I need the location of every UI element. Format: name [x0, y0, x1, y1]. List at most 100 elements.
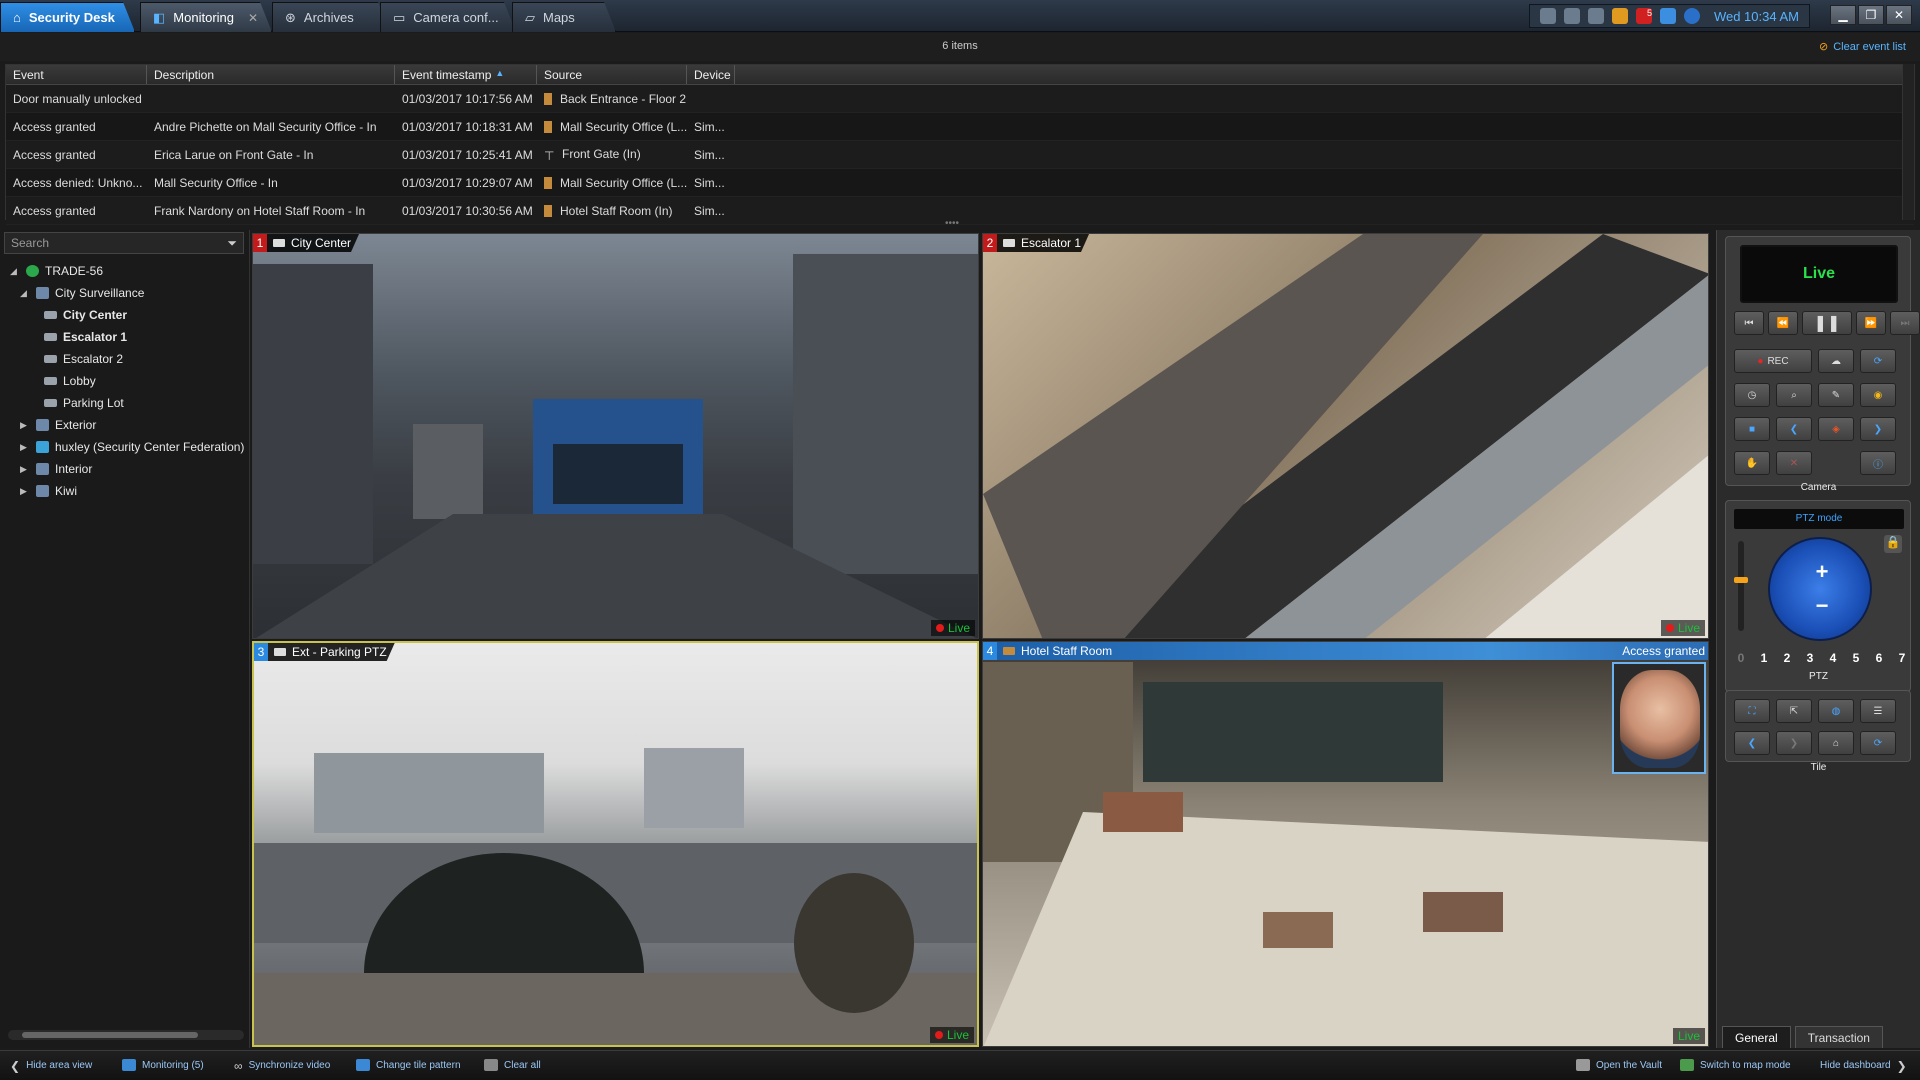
hide-dashboard-button[interactable]: Hide dashboard ❯	[1820, 1059, 1907, 1073]
video-tile-3[interactable]: 3 Ext - Parking PTZ Live	[252, 641, 979, 1047]
close-window-button[interactable]: ✕	[1886, 5, 1912, 25]
tray-monitor-icon[interactable]	[1563, 8, 1580, 24]
scrollbar-thumb[interactable]	[22, 1032, 198, 1038]
lock-icon[interactable]: 🔒	[1884, 535, 1902, 553]
table-row[interactable]: Access granted Frank Nardony on Hotel St…	[6, 197, 1914, 225]
rewind-button[interactable]: ⏪	[1768, 311, 1798, 335]
home-position-icon[interactable]: ⌂	[1818, 731, 1854, 755]
close-tab-icon[interactable]: ✕	[248, 11, 258, 25]
tab-monitoring[interactable]: ◧ Monitoring ✕	[140, 2, 272, 32]
col-device[interactable]: Device	[687, 65, 735, 84]
bookmark-icon[interactable]: ◈	[1818, 417, 1854, 441]
preset-3[interactable]: 3	[1803, 651, 1817, 665]
tray-globe-icon[interactable]	[1683, 8, 1700, 24]
preset-4[interactable]: 4	[1826, 651, 1840, 665]
tree-item-escalator-2[interactable]: Escalator 2	[44, 348, 123, 370]
col-description[interactable]: Description	[147, 65, 395, 84]
hide-area-view-button[interactable]: ❮ Hide area view	[10, 1059, 92, 1073]
collapse-icon[interactable]: ◢	[20, 288, 30, 299]
tree-item-trade-56[interactable]: ◢ TRADE-56	[10, 260, 103, 282]
preset-1[interactable]: 1	[1757, 651, 1771, 665]
tree-item-exterior[interactable]: ▶ Exterior	[20, 414, 96, 436]
tree-item-huxley[interactable]: ▶ huxley (Security Center Federation)	[20, 436, 244, 458]
zoom-icon[interactable]: ⌕	[1776, 383, 1812, 407]
video-tile-4[interactable]: 4 Hotel Staff Room Access granted Live	[982, 641, 1709, 1047]
tile-back-icon[interactable]: ❮	[1734, 731, 1770, 755]
table-row[interactable]: Access granted Erica Larue on Front Gate…	[6, 141, 1914, 169]
expand-icon[interactable]: ▶	[20, 442, 30, 453]
fullscreen-icon[interactable]: ⛶	[1734, 699, 1770, 723]
previous-icon[interactable]: ❮	[1776, 417, 1812, 441]
home-tab[interactable]: ⌂ Security Desk	[0, 2, 135, 32]
list-icon[interactable]: ☰	[1860, 699, 1896, 723]
tray-volume-icon[interactable]	[1611, 8, 1628, 24]
filter-icon[interactable]: ⏷	[227, 236, 237, 251]
info-icon[interactable]: ⓘ	[1860, 451, 1896, 475]
snapshot-icon[interactable]: ◉	[1860, 383, 1896, 407]
tree-item-parking-lot[interactable]: Parking Lot	[44, 392, 124, 414]
table-row[interactable]: Door manually unlocked 01/03/2017 10:17:…	[6, 85, 1914, 113]
preset-0[interactable]: 0	[1734, 651, 1748, 665]
tab-archives[interactable]: ⊛ Archives	[272, 2, 390, 32]
tab-maps[interactable]: ▱ Maps	[512, 2, 616, 32]
expand-icon[interactable]: ▶	[20, 486, 30, 497]
tray-network-icon[interactable]	[1539, 8, 1556, 24]
preset-6[interactable]: 6	[1872, 651, 1886, 665]
ptz-joystick[interactable]: + −	[1768, 537, 1872, 641]
tray-refresh-icon[interactable]	[1659, 8, 1676, 24]
skip-forward-button[interactable]: ⏭	[1890, 311, 1920, 335]
camera-switch-icon[interactable]: ◍	[1818, 699, 1854, 723]
tray-alarm-badge[interactable]: 5	[1635, 8, 1652, 24]
zoom-in-icon[interactable]: +	[1806, 559, 1838, 584]
col-event[interactable]: Event	[6, 65, 147, 84]
tree-item-escalator-1[interactable]: Escalator 1	[44, 326, 127, 348]
switch-to-map-mode-button[interactable]: Switch to map mode	[1680, 1059, 1791, 1071]
tab-camera-conf[interactable]: ▭ Camera conf...	[380, 2, 516, 32]
expand-icon[interactable]: ▶	[20, 464, 30, 475]
clear-event-list-button[interactable]: ⊘ Clear event list	[1819, 40, 1906, 54]
next-icon[interactable]: ❯	[1860, 417, 1896, 441]
open-vault-button[interactable]: Open the Vault	[1576, 1059, 1662, 1071]
expand-icon[interactable]: ▶	[20, 420, 30, 431]
pause-button[interactable]: ❚❚	[1802, 311, 1852, 335]
resize-handle[interactable]: ••••	[940, 219, 964, 229]
collapse-icon[interactable]: ◢	[10, 266, 20, 277]
loop-button[interactable]: ⟳	[1860, 349, 1896, 373]
video-tile-1[interactable]: 1 City Center Live	[252, 233, 979, 639]
restore-button[interactable]: ❐	[1858, 5, 1884, 25]
preset-7[interactable]: 7	[1895, 651, 1909, 665]
edit-icon[interactable]: ✎	[1818, 383, 1854, 407]
area-view-scrollbar[interactable]	[8, 1030, 244, 1040]
cloud-button[interactable]: ☁	[1818, 349, 1854, 373]
tray-user-icon[interactable]	[1587, 8, 1604, 24]
ptz-speed-slider[interactable]	[1734, 541, 1748, 631]
ptz-mode-button[interactable]: PTZ mode	[1734, 509, 1904, 529]
stop-icon[interactable]: ■	[1734, 417, 1770, 441]
tree-item-lobby[interactable]: Lobby	[44, 370, 96, 392]
tile-forward-icon[interactable]: ❯	[1776, 731, 1812, 755]
fast-forward-button[interactable]: ⏩	[1856, 311, 1886, 335]
expand-tile-icon[interactable]: ⇱	[1776, 699, 1812, 723]
tools-icon[interactable]: ✕	[1776, 451, 1812, 475]
search-input[interactable]: Search ⏷	[4, 232, 244, 254]
clear-all-button[interactable]: Clear all	[484, 1059, 541, 1071]
synchronize-video-button[interactable]: ∞ Synchronize video	[234, 1059, 330, 1073]
slider-thumb[interactable]	[1734, 577, 1748, 583]
record-button[interactable]: ● REC	[1734, 349, 1812, 373]
tree-item-kiwi[interactable]: ▶ Kiwi	[20, 480, 77, 502]
video-tile-2[interactable]: 2 Escalator 1 Live	[982, 233, 1709, 639]
col-timestamp[interactable]: Event timestamp ▲	[395, 65, 537, 84]
table-row[interactable]: Access denied: Unkno... Mall Security Of…	[6, 169, 1914, 197]
preset-5[interactable]: 5	[1849, 651, 1863, 665]
tree-item-city-surveillance[interactable]: ◢ City Surveillance	[20, 282, 144, 304]
table-row[interactable]: Access granted Andre Pichette on Mall Se…	[6, 113, 1914, 141]
monitoring-button[interactable]: Monitoring (5)	[122, 1059, 204, 1071]
skip-back-button[interactable]: ⏮	[1734, 311, 1764, 335]
tab-general[interactable]: General	[1722, 1026, 1791, 1048]
event-list-scrollbar[interactable]	[1902, 64, 1914, 220]
zoom-out-icon[interactable]: −	[1806, 593, 1838, 618]
hand-icon[interactable]: ✋	[1734, 451, 1770, 475]
clock-icon[interactable]: ◷	[1734, 383, 1770, 407]
tree-item-city-center[interactable]: City Center	[44, 304, 127, 326]
change-tile-pattern-button[interactable]: Change tile pattern	[356, 1059, 461, 1071]
